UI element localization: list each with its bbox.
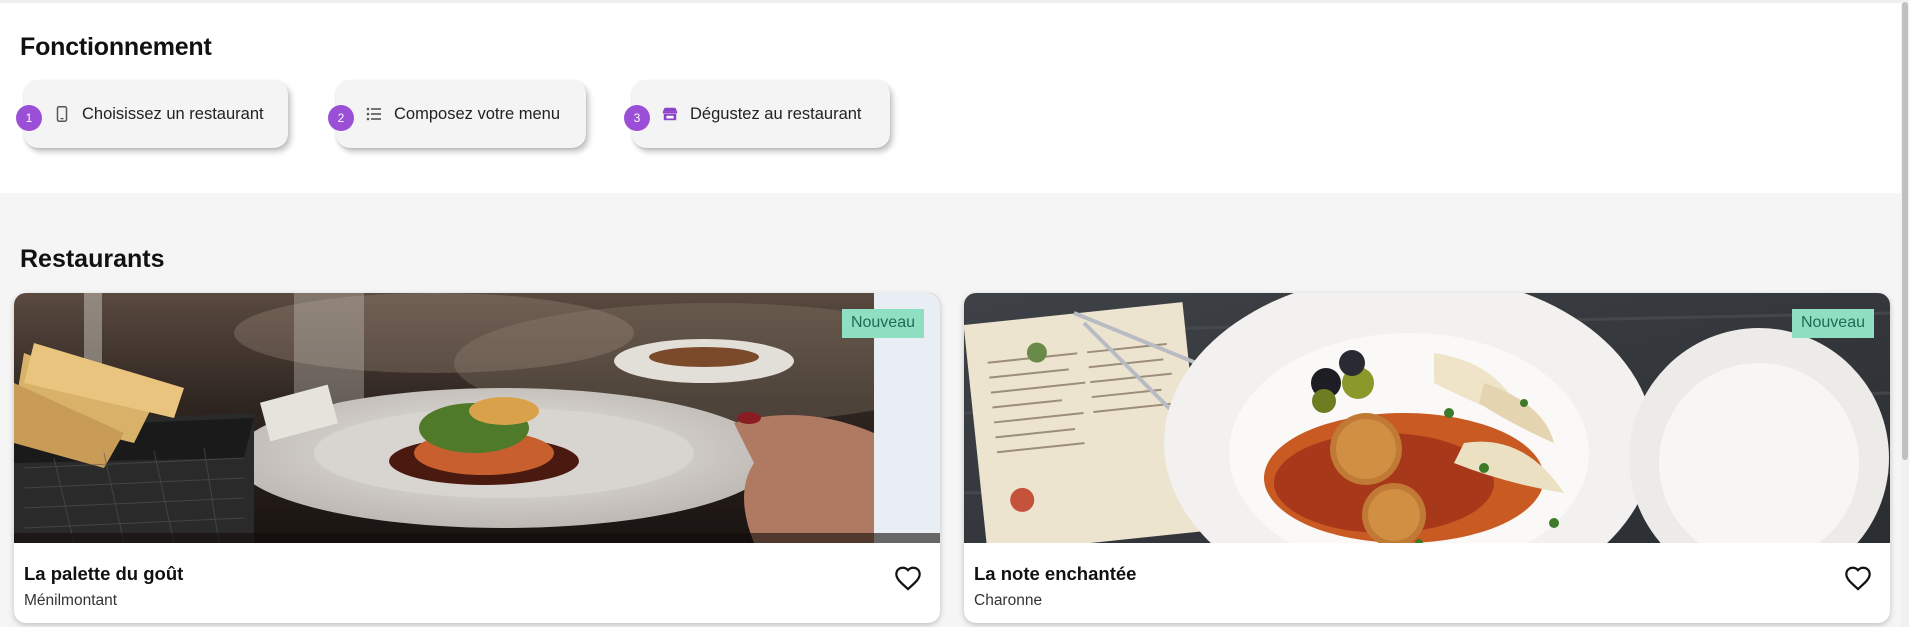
scrollbar[interactable] (1901, 0, 1909, 627)
step-choose-restaurant[interactable]: Choisissez un restaurant (24, 80, 288, 148)
restaurant-name: La note enchantée (974, 563, 1137, 584)
restaurant-card-2[interactable]: Nouveau La note enchantée Charonne (964, 293, 1890, 623)
heart-outline-icon[interactable] (1844, 565, 1872, 591)
step-label: Choisissez un restaurant (82, 104, 264, 123)
restaurant-card-1[interactable]: Nouveau La palette du goût Ménilmontant (14, 293, 940, 623)
new-badge: Nouveau (841, 309, 924, 338)
section-title-how: Fonctionnement (20, 33, 212, 61)
restaurant-photo (964, 293, 1890, 543)
step-number-badge: 2 (328, 105, 354, 131)
step-enjoy-restaurant[interactable]: Dégustez au restaurant (632, 80, 890, 148)
restaurant-photo (14, 293, 940, 543)
step-number-badge: 1 (16, 105, 42, 131)
step-compose-menu[interactable]: Composez votre menu (336, 80, 586, 148)
step-label: Composez votre menu (394, 104, 560, 123)
new-badge: Nouveau (1791, 309, 1874, 338)
section-title-restaurants: Restaurants (20, 245, 165, 273)
restaurant-name: La palette du goût (24, 563, 184, 584)
smartphone-icon (54, 106, 70, 122)
restaurant-area: Ménilmontant (24, 592, 118, 609)
store-icon (662, 106, 678, 122)
step-number-badge: 3 (624, 105, 650, 131)
step-label: Dégustez au restaurant (690, 104, 862, 123)
restaurant-area: Charonne (974, 592, 1043, 609)
scrollbar-thumb[interactable] (1902, 2, 1908, 460)
list-icon (366, 106, 382, 122)
heart-outline-icon[interactable] (894, 565, 922, 591)
